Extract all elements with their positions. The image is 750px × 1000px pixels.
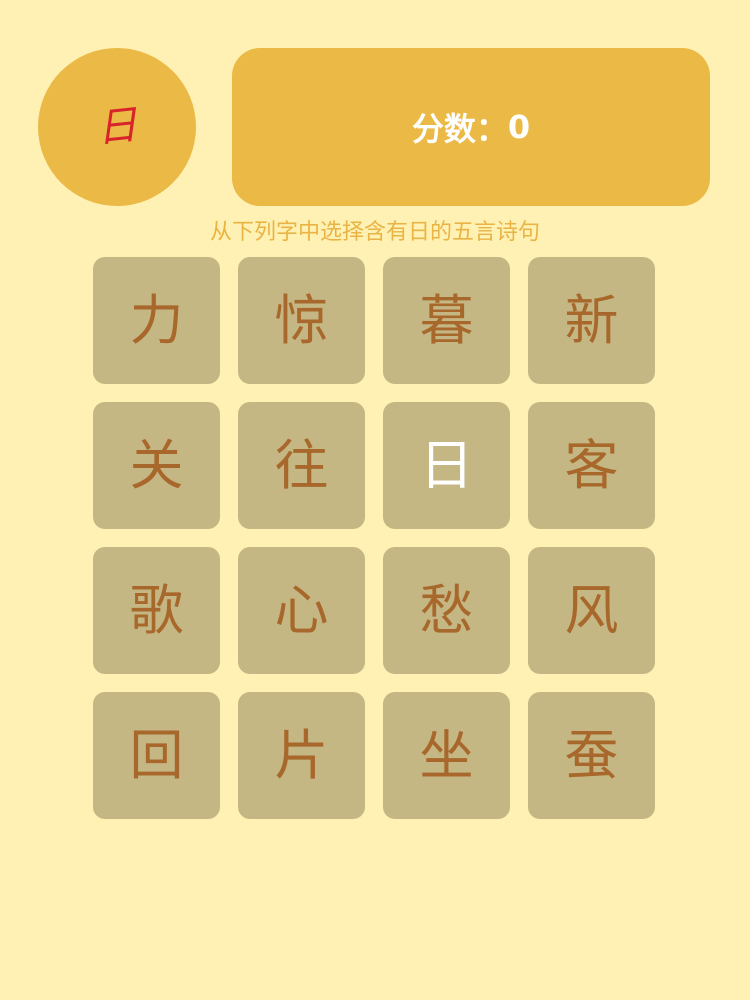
score-label: 分数： [411,110,508,148]
character-grid: 力 惊 暮 新 关 往 日 客 歌 心 愁 风 回 片 坐 蚕 [93,257,656,819]
character-tile[interactable]: 新 [528,257,655,384]
character-tile[interactable]: 回 [93,692,220,819]
character-tile[interactable]: 往 [238,402,365,529]
target-character-badge: 日 [38,48,196,206]
instruction-text: 从下列字中选择含有日的五言诗句 [209,220,540,245]
score-value: 0 [507,108,531,146]
character-tile[interactable]: 蚕 [528,692,655,819]
character-tile[interactable]: 风 [528,547,655,674]
character-tile[interactable]: 客 [528,402,655,529]
character-tile[interactable]: 歌 [93,547,220,674]
score-panel: 分数： 0 [232,48,710,206]
character-tile[interactable]: 力 [93,257,220,384]
target-character: 日 [94,102,140,152]
character-tile[interactable]: 日 [383,402,510,529]
character-tile[interactable]: 片 [238,692,365,819]
character-tile[interactable]: 暮 [383,257,510,384]
character-tile[interactable]: 关 [93,402,220,529]
character-tile[interactable]: 心 [238,547,365,674]
character-tile[interactable]: 惊 [238,257,365,384]
character-tile[interactable]: 坐 [383,692,510,819]
character-tile[interactable]: 愁 [383,547,510,674]
